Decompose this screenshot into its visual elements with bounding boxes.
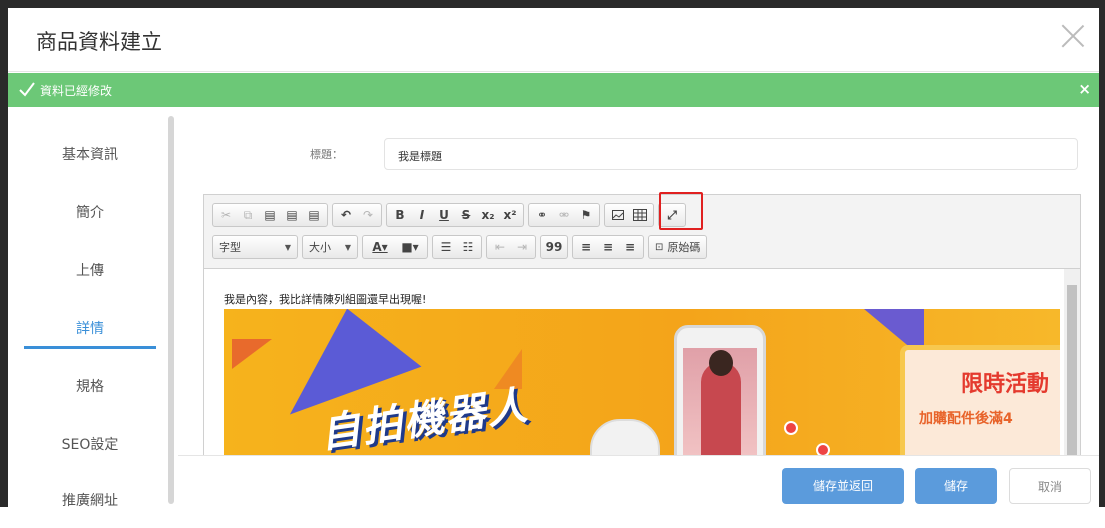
align-group: ≡ ≡ ≡	[572, 235, 644, 259]
sidebar-item-intro[interactable]: 簡介	[24, 186, 156, 240]
title-input[interactable]: 我是標題	[384, 138, 1078, 170]
frame-top-edge	[0, 0, 1105, 8]
details-panel: 標題： 我是標題 ✂ ⧉ ▤ ▤ ▤ ↶ ↷ B I U S x₂ x² ⚭ ⚮…	[178, 108, 1099, 464]
indent-icon[interactable]: ⇥	[511, 236, 533, 258]
sidebar-item-upload[interactable]: 上傳	[24, 244, 156, 298]
undo-icon[interactable]: ↶	[335, 204, 357, 226]
unlink-icon[interactable]: ⚮	[553, 204, 575, 226]
italic-button[interactable]: I	[411, 204, 433, 226]
sidebar-scrollbar[interactable]	[168, 116, 174, 504]
editor-scrollbar[interactable]	[1064, 269, 1080, 464]
cancel-button[interactable]: 取消	[1009, 468, 1091, 504]
text-color-icon[interactable]: A▾	[365, 236, 395, 258]
format-group: B I U S x₂ x²	[386, 203, 524, 227]
view-group: ⤢	[658, 203, 686, 227]
save-and-return-button[interactable]: 儲存並返回	[782, 468, 904, 504]
blockquote-button[interactable]: 99	[543, 236, 565, 258]
source-code-button[interactable]: ⊡ 原始碼	[648, 235, 708, 259]
paste-text-icon[interactable]: ▤	[281, 204, 303, 226]
link-icon[interactable]: ⚭	[531, 204, 553, 226]
anchor-flag-icon[interactable]: ⚑	[575, 204, 597, 226]
modal-header: 商品資料建立	[8, 8, 1099, 72]
bullet-list-icon[interactable]: ☷	[457, 236, 479, 258]
paste-icon[interactable]: ▤	[259, 204, 281, 226]
person-head	[709, 350, 733, 376]
maximize-icon[interactable]: ⤢	[661, 204, 683, 226]
align-right-icon[interactable]: ≡	[619, 236, 641, 258]
source-code-icon: ⊡	[655, 241, 664, 253]
bold-button[interactable]: B	[389, 204, 411, 226]
outdent-icon[interactable]: ⇤	[489, 236, 511, 258]
link-group: ⚭ ⚮ ⚑	[528, 203, 600, 227]
font-family-select[interactable]: 字型 ▼	[212, 235, 298, 259]
close-icon[interactable]	[1061, 24, 1085, 48]
person-figure	[701, 362, 741, 464]
product-banner-image: 自拍機器人 限時活動 加購配件後滿4	[224, 309, 1060, 464]
sidebar-item-promo-url[interactable]: 推廣網址	[24, 474, 156, 528]
modal-title: 商品資料建立	[36, 30, 162, 54]
phone-screen	[683, 348, 757, 464]
source-code-label: 原始碼	[667, 241, 701, 254]
redo-icon[interactable]: ↷	[357, 204, 379, 226]
frame-left-edge	[0, 0, 8, 507]
frame-right-edge	[1099, 0, 1105, 507]
modal-footer: 儲存並返回 儲存 取消	[178, 455, 1099, 507]
align-left-icon[interactable]: ≡	[575, 236, 597, 258]
font-size-value: 大小	[309, 241, 331, 254]
background-color-icon[interactable]: ■▾	[395, 236, 425, 258]
history-group: ↶ ↷	[332, 203, 382, 227]
promo-subtitle: 加購配件後滿4	[919, 411, 1013, 427]
alert-close-icon[interactable]: ×	[1078, 80, 1091, 98]
superscript-button[interactable]: x²	[499, 204, 521, 226]
heart-icon	[784, 421, 798, 435]
quote-group: 99	[540, 235, 568, 259]
image-icon[interactable]	[607, 204, 629, 226]
promo-card: 限時活動 加購配件後滿4	[900, 345, 1060, 464]
sidebar-active-indicator	[24, 346, 156, 349]
rich-text-editor: ✂ ⧉ ▤ ▤ ▤ ↶ ↷ B I U S x₂ x² ⚭ ⚮ ⚑ ⤢ 字型 ▼…	[203, 192, 1081, 464]
font-family-value: 字型	[219, 241, 241, 254]
sidebar-item-seo[interactable]: SEO設定	[24, 418, 156, 472]
title-label: 標題：	[310, 148, 343, 161]
success-alert: 資料已經修改 ×	[8, 73, 1099, 107]
sidebar-item-spec[interactable]: 規格	[24, 360, 156, 414]
numbered-list-icon[interactable]: ☰	[435, 236, 457, 258]
alert-message: 資料已經修改	[40, 84, 113, 98]
check-icon	[19, 82, 35, 97]
table-icon[interactable]	[629, 204, 651, 226]
underline-button[interactable]: U	[433, 204, 455, 226]
promo-title: 限時活動	[961, 372, 1050, 397]
subscript-button[interactable]: x₂	[477, 204, 499, 226]
paste-word-icon[interactable]: ▤	[303, 204, 325, 226]
indent-group: ⇤ ⇥	[486, 235, 536, 259]
screen-frame: 商品資料建立 資料已經修改 × 基本資訊 簡介 上傳 詳情 規格 SEO設定 推…	[0, 0, 1105, 509]
editor-toolbar-row-2: 字型 ▼ 大小 ▼ A▾ ■▾ ☰ ☷ ⇤ ⇥ 99 ≡ ≡ ≡ ⊡ 原始碼	[212, 235, 708, 259]
strike-button[interactable]: S	[455, 204, 477, 226]
sidebar-item-basic-info[interactable]: 基本資訊	[24, 128, 156, 182]
list-group: ☰ ☷	[432, 235, 482, 259]
editor-content-area[interactable]: 我是內容，我比詳情陳列組圖還早出現喔! 自拍機器人 限時活動 加購配件後滿4	[204, 268, 1080, 464]
banner-shape	[232, 339, 272, 369]
save-button[interactable]: 儲存	[915, 468, 997, 504]
product-create-modal: 商品資料建立 資料已經修改 × 基本資訊 簡介 上傳 詳情 規格 SEO設定 推…	[8, 8, 1099, 509]
sidebar-nav: 基本資訊 簡介 上傳 詳情 規格 SEO設定 推廣網址	[8, 108, 178, 509]
font-size-select[interactable]: 大小 ▼	[302, 235, 358, 259]
chevron-down-icon: ▼	[284, 242, 291, 252]
insert-group	[604, 203, 654, 227]
editor-content-text: 我是內容，我比詳情陳列組圖還早出現喔!	[224, 293, 427, 306]
editor-toolbar-row-1: ✂ ⧉ ▤ ▤ ▤ ↶ ↷ B I U S x₂ x² ⚭ ⚮ ⚑ ⤢	[212, 203, 690, 227]
editor-scroll-thumb[interactable]	[1067, 285, 1077, 464]
clipboard-group: ✂ ⧉ ▤ ▤ ▤	[212, 203, 328, 227]
phone-illustration	[674, 325, 766, 464]
color-group: A▾ ■▾	[362, 235, 428, 259]
cut-icon[interactable]: ✂	[215, 204, 237, 226]
chevron-down-icon: ▼	[344, 242, 351, 252]
align-center-icon[interactable]: ≡	[597, 236, 619, 258]
copy-icon[interactable]: ⧉	[237, 204, 259, 226]
